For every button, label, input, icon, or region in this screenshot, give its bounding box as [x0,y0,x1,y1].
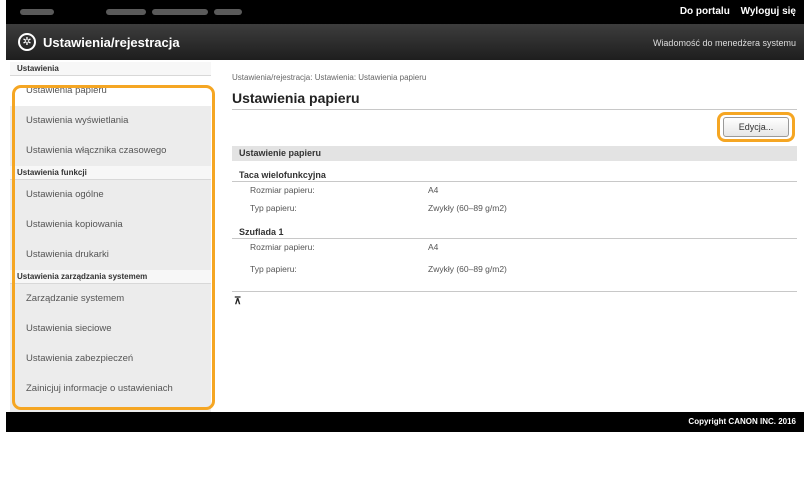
sidebar-item-display-settings[interactable]: Ustawienia wyświetlania [10,106,211,136]
top-bar: Do portalu Wyloguj się [6,0,804,24]
content-divider [232,291,797,292]
blurred-device-name [20,9,54,15]
setting-value: A4 [428,242,439,252]
section-title: Ustawienie papieru [232,146,797,161]
main-content: Ustawienia/rejestracja: Ustawienia: Usta… [224,62,804,412]
setting-row: Rozmiar papieru: A4 [232,239,797,255]
sidebar-item-copy-settings[interactable]: Ustawienia kopiowania [10,210,211,240]
edit-button[interactable]: Edycja... [723,117,789,137]
setting-value: A4 [428,185,439,195]
back-to-top-icon[interactable]: ⊼ [234,296,241,307]
blurred-device-info [106,9,146,15]
app-window: Do portalu Wyloguj się ✲ Ustawienia/reje… [6,0,804,493]
title-divider [232,109,797,110]
blurred-device-info [152,9,208,15]
setting-row: Rozmiar papieru: A4 [232,182,797,198]
title-bar: ✲ Ustawienia/rejestracja Wiadomość do me… [6,24,804,60]
sidebar-section-heading: Ustawienia zarządzania systemem [10,270,211,284]
sidebar-item-initialize-settings[interactable]: Zainicjuj informacje o ustawieniach [10,374,211,404]
page-title: Ustawienia papieru [232,90,360,106]
footer: Copyright CANON INC. 2016 [6,412,804,432]
sidebar-item-paper-settings[interactable]: Ustawienia papieru [10,76,211,106]
group-heading-multipurpose-tray: Taca wielofunkcyjna [232,169,797,182]
sidebar-item-network-settings[interactable]: Ustawienia sieciowe [10,314,211,344]
setting-value: Zwykły (60–89 g/m2) [428,203,507,213]
setting-label: Rozmiar papieru: [250,242,315,252]
sidebar-item-timer-settings[interactable]: Ustawienia włącznika czasowego [10,136,211,166]
setting-label: Typ papieru: [250,203,297,213]
sidebar-section-heading: Ustawienia funkcji [10,166,211,180]
sidebar: Ustawienia Ustawienia papieru Ustawienia… [10,62,211,412]
blurred-device-info [214,9,242,15]
portal-link[interactable]: Do portalu [680,6,730,17]
setting-label: Rozmiar papieru: [250,185,315,195]
sidebar-item-printer-settings[interactable]: Ustawienia drukarki [10,240,211,270]
setting-row: Typ papieru: Zwykły (60–89 g/m2) [232,200,797,216]
sidebar-section-heading: Ustawienia [10,62,211,76]
sidebar-item-security-settings[interactable]: Ustawienia zabezpieczeń [10,344,211,374]
copyright: Copyright CANON INC. 2016 [688,417,796,426]
group-heading-drawer-1: Szuflada 1 [232,226,797,239]
setting-row: Typ papieru: Zwykły (60–89 g/m2) [232,261,797,277]
logout-link[interactable]: Wyloguj się [741,6,796,17]
admin-message-link[interactable]: Wiadomość do menedżera systemu [653,38,796,48]
app-title: Ustawienia/rejestracja [43,35,180,50]
setting-value: Zwykły (60–89 g/m2) [428,264,507,274]
settings-logo-icon: ✲ [18,33,36,51]
breadcrumb: Ustawienia/rejestracja: Ustawienia: Usta… [232,73,427,82]
setting-label: Typ papieru: [250,264,297,274]
sidebar-item-general-settings[interactable]: Ustawienia ogólne [10,180,211,210]
sidebar-item-system-management[interactable]: Zarządzanie systemem [10,284,211,314]
